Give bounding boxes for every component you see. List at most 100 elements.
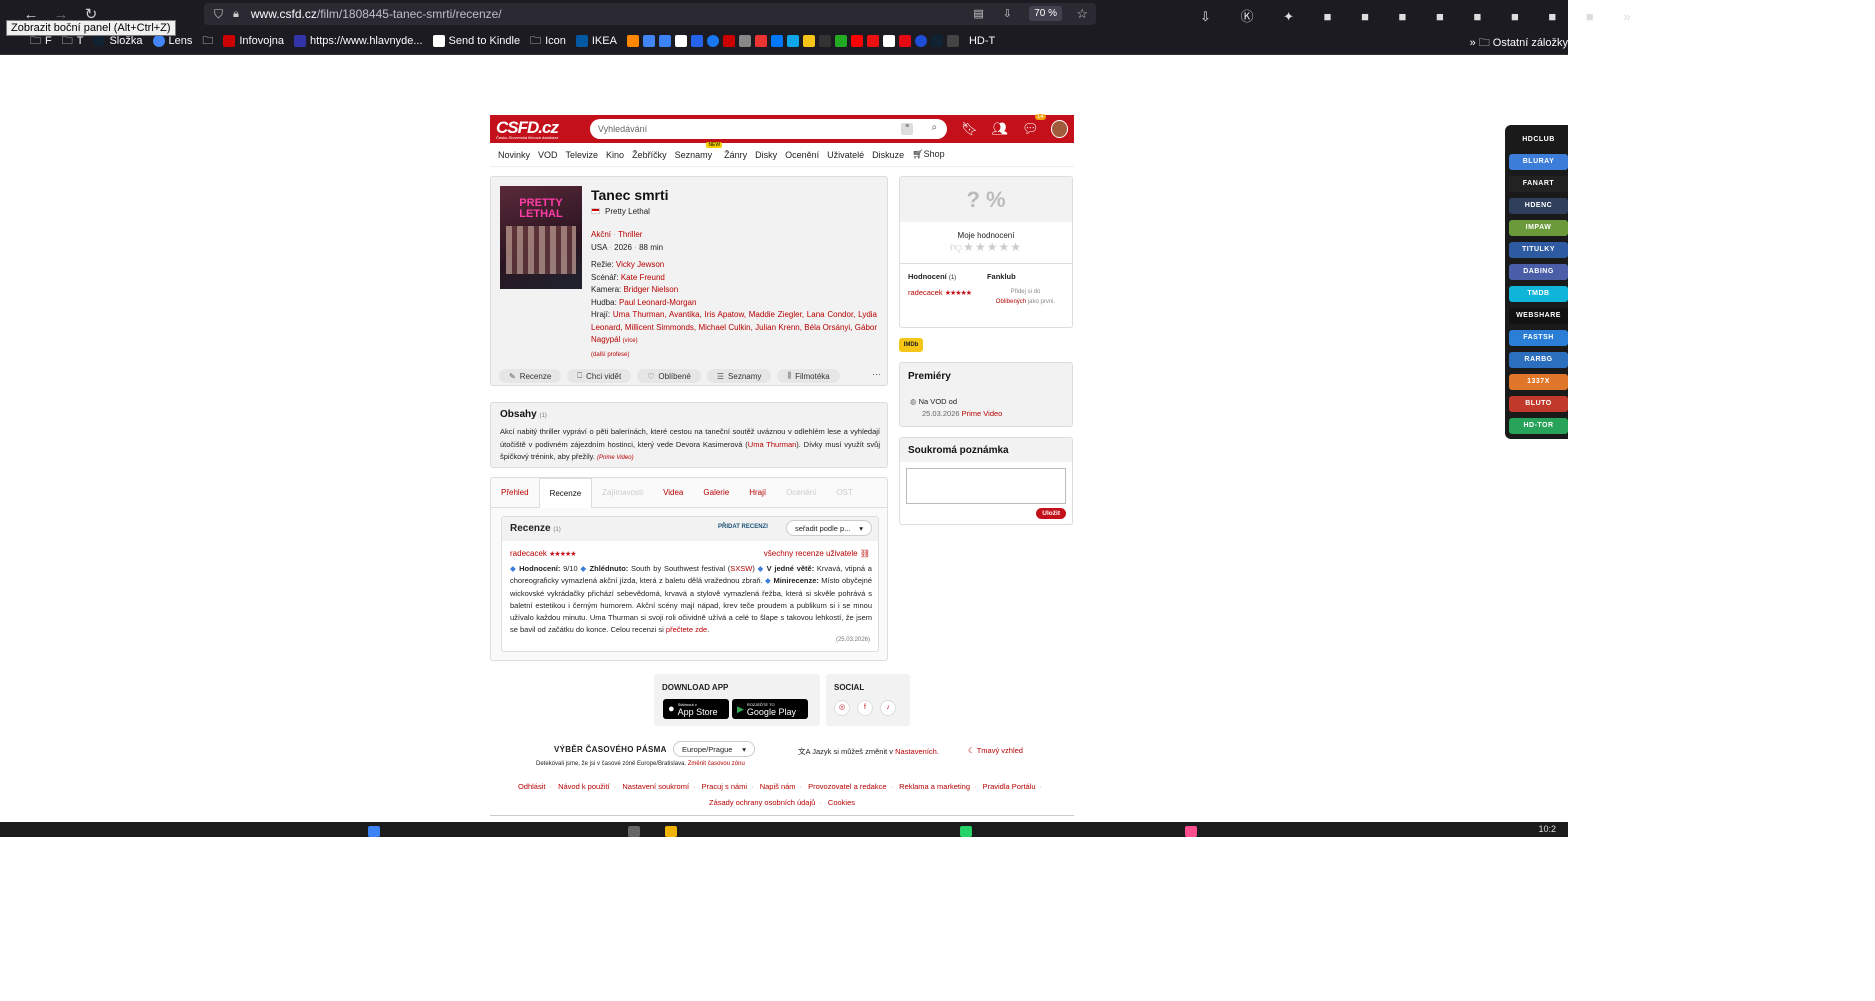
- footer-link[interactable]: Reklama a marketing: [899, 782, 970, 791]
- more-actions-icon[interactable]: ⋯: [872, 369, 881, 380]
- url-text[interactable]: www.csfd.cz/film/1808445-tanec-smrti/rec…: [251, 7, 502, 21]
- shield-icon[interactable]: ⛉: [214, 7, 223, 22]
- facebook-icon[interactable]: f: [857, 700, 873, 716]
- film-poster[interactable]: PRETTY LETHAL: [500, 186, 582, 289]
- bookmark-icon-folder[interactable]: 🗀 Icon: [530, 32, 566, 51]
- settings-link[interactable]: Nastaveních.: [895, 747, 939, 756]
- search-icon[interactable]: ⌕: [932, 122, 938, 133]
- sxsw-link[interactable]: SXSW: [730, 564, 752, 573]
- rater-link[interactable]: radecacek: [908, 288, 943, 297]
- app-store-button[interactable]: ● Stáhnout v App Store: [663, 699, 729, 719]
- search-input[interactable]: Vyhledávání ≡ ⌕: [589, 119, 948, 139]
- side-panel-webshare[interactable]: WEBSHARE: [1509, 308, 1568, 324]
- tab-videa[interactable]: Videa: [653, 488, 693, 497]
- folder-icon[interactable]: [665, 826, 677, 837]
- menu-item[interactable]: Žebříčky: [632, 150, 667, 160]
- plot-source[interactable]: (Prime Video): [597, 455, 634, 461]
- timezone-select[interactable]: Europe/Prague ▾: [673, 741, 755, 757]
- side-panel-tmdb[interactable]: TMDB: [1509, 286, 1568, 302]
- want-to-see-button[interactable]: ⎕ Chci vidět: [567, 369, 632, 383]
- tab-galerie[interactable]: Galerie: [693, 488, 739, 497]
- menu-item-seznamy[interactable]: Seznamy NEW: [675, 141, 723, 160]
- taskbar-app-icon[interactable]: [628, 826, 640, 837]
- note-textarea[interactable]: [906, 468, 1066, 504]
- tiktok-icon[interactable]: ♪: [880, 700, 896, 716]
- instagram-icon[interactable]: ◎: [834, 700, 850, 716]
- bookmark-folder[interactable]: 🗀: [202, 32, 213, 51]
- side-panel-dabing[interactable]: DABING: [1509, 264, 1568, 280]
- footer-link[interactable]: Nastavení soukromí: [622, 782, 689, 791]
- taskbar-app-icon[interactable]: [1185, 826, 1197, 837]
- menu-item-shop[interactable]: 🛒︎Shop: [912, 149, 944, 160]
- footer-link[interactable]: Odhlásit: [518, 782, 546, 791]
- bookmark-hlavnydennik[interactable]: https://www.hlavnyde...: [294, 35, 423, 47]
- credit-link[interactable]: Vicky Jewson: [616, 260, 664, 269]
- genre-link[interactable]: Thriller: [618, 230, 642, 239]
- filter-icon[interactable]: ≡: [901, 123, 914, 135]
- bookmark-lens[interactable]: Lens: [152, 35, 192, 47]
- platform-link[interactable]: Prime Video: [962, 409, 1003, 418]
- menu-item[interactable]: Ocenění: [785, 150, 819, 160]
- dark-mode-toggle[interactable]: ☾ Tmavý vzhled: [968, 746, 1023, 755]
- footer-link[interactable]: Zásady ochrany osobních údajů: [709, 798, 815, 807]
- tab-hraji[interactable]: Hrají: [739, 488, 776, 497]
- imdb-button[interactable]: IMDb: [899, 338, 923, 352]
- review-button[interactable]: ✎ Recenze: [499, 369, 562, 383]
- other-bookmarks[interactable]: » 🗀 Ostatní záložky: [1463, 34, 1568, 53]
- footer-link[interactable]: Napiš nám: [760, 782, 796, 791]
- review-user-link[interactable]: radecacek: [510, 549, 547, 558]
- bookmark-icon[interactable]: 🔖︎: [961, 121, 978, 137]
- credit-link[interactable]: Paul Leonard-Morgan: [619, 298, 696, 307]
- sort-select[interactable]: seřadit podle p... ▾: [786, 520, 872, 536]
- footer-link[interactable]: Cookies: [828, 798, 855, 807]
- side-panel-titulky[interactable]: TITULKY: [1509, 242, 1568, 258]
- side-panel-rarbg[interactable]: RARBG: [1509, 352, 1568, 368]
- extension-icons[interactable]: ⇩ Ⓚ ✦ ■ ■ ■ ■ ■ ■ ■ ■ »: [1200, 6, 1644, 25]
- side-panel-impaw[interactable]: IMPAW: [1509, 220, 1568, 236]
- side-panel-fanart[interactable]: FANART: [1509, 176, 1568, 192]
- users-icon[interactable]: 👥︎: [992, 121, 1009, 137]
- change-timezone-link[interactable]: Změnit časovou zónu: [688, 761, 745, 767]
- lists-button[interactable]: ☰ Seznamy: [706, 369, 772, 383]
- google-play-button[interactable]: ▶ ROZJEĎTE TO Google Play: [732, 699, 808, 719]
- side-panel-hdclub[interactable]: HDCLUB: [1509, 132, 1568, 148]
- side-panel-1337x[interactable]: 1337X: [1509, 374, 1568, 390]
- tab-recenze[interactable]: Recenze: [538, 477, 593, 508]
- lock-icon[interactable]: 🔒︎: [233, 8, 239, 21]
- more-professions-link[interactable]: (další profese): [591, 352, 629, 358]
- menu-item[interactable]: Disky: [755, 150, 777, 160]
- menu-item[interactable]: Diskuze: [872, 150, 904, 160]
- read-more-link[interactable]: přečtete zde: [666, 625, 707, 634]
- menu-item[interactable]: Televize: [566, 150, 599, 160]
- actor-link[interactable]: Uma Thurman: [748, 440, 797, 449]
- add-review-button[interactable]: PŘIDAT RECENZI: [718, 524, 768, 530]
- credit-link[interactable]: Kate Freund: [621, 273, 665, 282]
- reader-icons[interactable]: ▤ ⇩: [973, 7, 1020, 20]
- rating-stars-input[interactable]: 👎︎★★★★★: [900, 240, 1072, 255]
- bookmark-slozka[interactable]: Složka: [93, 35, 143, 47]
- side-panel-fastsh[interactable]: FASTSH: [1509, 330, 1568, 346]
- menu-item[interactable]: VOD: [538, 150, 558, 160]
- notifications-icon[interactable]: 💬︎ 14: [1022, 114, 1046, 137]
- csfd-logo[interactable]: CSFD.cz Česko-Slovenská filmová databáze: [496, 118, 590, 140]
- side-panel-bluto[interactable]: BLUTO: [1509, 396, 1568, 412]
- footer-link[interactable]: Pravidla Portálu: [983, 782, 1036, 791]
- start-icon[interactable]: [368, 826, 380, 837]
- avatar[interactable]: [1050, 120, 1068, 138]
- zoom-indicator[interactable]: 70 %: [1029, 6, 1062, 21]
- menu-item[interactable]: Uživatelé: [827, 150, 864, 160]
- bookmark-icon-row[interactable]: [626, 35, 959, 47]
- star-icon[interactable]: ☆: [1076, 6, 1088, 22]
- tab-prehled[interactable]: Přehled: [491, 488, 539, 497]
- save-button[interactable]: Uložit: [1036, 508, 1066, 519]
- footer-link[interactable]: Pracuj s námi: [702, 782, 747, 791]
- all-reviews-link[interactable]: všechny recenze uživatele ⛓︎: [764, 549, 870, 558]
- footer-link[interactable]: Provozovatel a redakce: [808, 782, 886, 791]
- side-panel-hdenc[interactable]: HDENC: [1509, 198, 1568, 214]
- genre-link[interactable]: Akční: [591, 230, 611, 239]
- side-panel-bluray[interactable]: BLURAY: [1509, 154, 1568, 170]
- favorites-link[interactable]: Oblíbených: [996, 299, 1026, 305]
- bookmark-send-to-kindle[interactable]: Send to Kindle: [432, 35, 520, 47]
- footer-link[interactable]: Návod k použití: [558, 782, 610, 791]
- menu-item[interactable]: Žánry: [724, 150, 747, 160]
